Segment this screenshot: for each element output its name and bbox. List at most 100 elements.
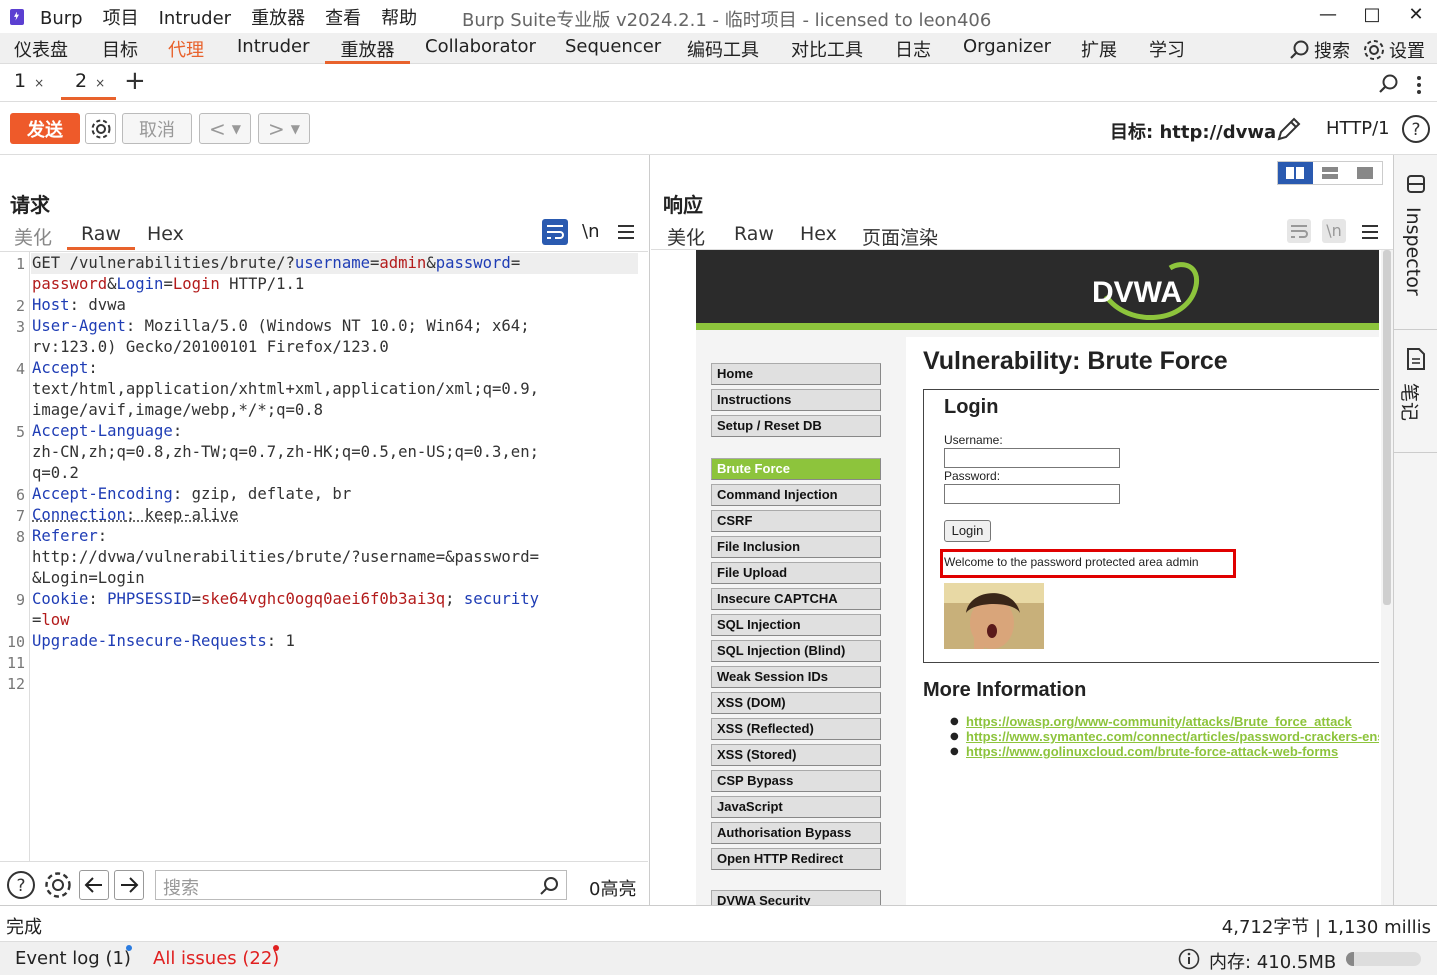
global-search[interactable]: 搜索 [1289, 37, 1350, 63]
menu-burp[interactable]: Burp [40, 8, 83, 29]
cancel-button[interactable]: 取消 [122, 113, 192, 144]
show-newlines-toggle[interactable]: \n [1322, 219, 1346, 243]
layout-tabs-button[interactable] [1347, 162, 1382, 184]
menu-project[interactable]: 项目 [103, 8, 139, 29]
word-wrap-toggle[interactable] [1287, 219, 1311, 243]
line-number: 1 [15, 255, 25, 273]
inspector-tab[interactable]: Inspector [1394, 155, 1437, 330]
dvwa-menu-sql-injection[interactable]: SQL Injection [711, 614, 881, 636]
menu-view[interactable]: 查看 [325, 8, 361, 29]
scrollbar-thumb[interactable] [1383, 250, 1391, 605]
forward-button[interactable]: > ▼ [258, 113, 310, 144]
tab-learn[interactable]: 学习 [1149, 36, 1185, 64]
dvwa-menu-csp-bypass[interactable]: CSP Bypass [711, 770, 881, 792]
close-tab-icon[interactable]: × [34, 76, 44, 90]
dvwa-menu-open-http-redirect[interactable]: Open HTTP Redirect [711, 848, 881, 870]
all-issues-link[interactable]: All issues (22) [153, 948, 279, 969]
info-link[interactable]: https://www.symantec.com/connect/article… [966, 729, 1379, 744]
tab-dashboard[interactable]: 仪表盘 [14, 36, 68, 64]
dvwa-menu-file-inclusion[interactable]: File Inclusion [711, 536, 881, 558]
login-button[interactable]: Login [944, 520, 991, 542]
send-options-button[interactable] [85, 113, 116, 144]
dvwa-menu-insecure-captcha[interactable]: Insecure CAPTCHA [711, 588, 881, 610]
tab-proxy[interactable]: 代理 [168, 36, 204, 64]
word-wrap-toggle[interactable] [542, 219, 568, 245]
close-tab-icon[interactable]: × [95, 76, 105, 90]
dvwa-menu-dvwa-security[interactable]: DVWA Security [711, 890, 881, 905]
tab-organizer[interactable]: Organizer [963, 36, 1051, 64]
username-input[interactable] [944, 448, 1120, 468]
code-line: Connection: keep-alive [32, 506, 239, 524]
menu-icon[interactable] [1361, 224, 1379, 240]
request-search-input[interactable]: 搜索 [155, 870, 567, 900]
menu-repeater[interactable]: 重放器 [251, 8, 305, 29]
dvwa-menu-file-upload[interactable]: File Upload [711, 562, 881, 584]
add-tab-icon[interactable]: + [124, 66, 146, 96]
response-stats: 4,712字节 | 1,130 millis [1221, 917, 1431, 938]
previous-match-button[interactable] [79, 870, 109, 900]
layout-stacked-button[interactable] [1313, 162, 1348, 184]
maximize-icon[interactable]: □ [1362, 4, 1382, 25]
dvwa-menu-javascript[interactable]: JavaScript [711, 796, 881, 818]
dvwa-menu-xss-dom[interactable]: XSS (DOM) [711, 692, 881, 714]
tab-extensions[interactable]: 扩展 [1081, 36, 1117, 64]
tab-logger[interactable]: 日志 [895, 36, 931, 64]
password-input[interactable] [944, 484, 1120, 504]
gear-icon[interactable] [43, 870, 73, 900]
tab-decoder[interactable]: 编码工具 [687, 36, 759, 64]
request-tab-pretty[interactable]: 美化 [14, 223, 52, 250]
dvwa-menu-instructions[interactable]: Instructions [711, 389, 881, 411]
help-icon[interactable]: ? [6, 870, 36, 900]
request-tab-raw[interactable]: Raw [67, 223, 135, 250]
dvwa-menu-setup[interactable]: Setup / Reset DB [711, 415, 881, 437]
request-editor[interactable]: 1 2 3 4 5 6 7 8 9 10 11 12 GET /vulnerab… [0, 251, 648, 862]
repeater-tab-1[interactable]: 1 × [0, 70, 55, 100]
layout-side-by-side-button[interactable] [1278, 162, 1313, 184]
dvwa-menu-xss-reflected[interactable]: XSS (Reflected) [711, 718, 881, 740]
menu-help[interactable]: 帮助 [381, 8, 417, 29]
global-settings[interactable]: 设置 [1362, 37, 1425, 63]
response-tab-hex[interactable]: Hex [800, 223, 837, 245]
dvwa-menu-sql-injection-blind[interactable]: SQL Injection (Blind) [711, 640, 881, 662]
show-newlines-toggle[interactable]: \n [582, 221, 599, 242]
dvwa-menu-xss-stored[interactable]: XSS (Stored) [711, 744, 881, 766]
send-button[interactable]: 发送 [10, 113, 80, 144]
dvwa-menu-weak-session-ids[interactable]: Weak Session IDs [711, 666, 881, 688]
dvwa-menu-command-injection[interactable]: Command Injection [711, 484, 881, 506]
dvwa-menu-csrf[interactable]: CSRF [711, 510, 881, 532]
close-icon[interactable]: ✕ [1406, 4, 1426, 25]
menu-intruder[interactable]: Intruder [159, 8, 231, 29]
tab-sequencer[interactable]: Sequencer [565, 36, 661, 64]
info-link[interactable]: https://www.golinuxcloud.com/brute-force… [966, 744, 1338, 759]
notes-tab[interactable]: 笔记 [1394, 331, 1437, 453]
issues-badge [273, 945, 279, 951]
http-version[interactable]: HTTP/1 [1326, 118, 1390, 139]
search-tabs-icon[interactable] [1378, 73, 1400, 95]
edit-target-icon[interactable] [1275, 115, 1303, 143]
chevron-down-icon: ▼ [290, 121, 300, 136]
dvwa-menu-home[interactable]: Home [711, 363, 881, 385]
tab-comparer[interactable]: 对比工具 [791, 36, 863, 64]
response-tab-raw[interactable]: Raw [734, 223, 774, 245]
dvwa-menu-brute-force[interactable]: Brute Force [711, 458, 881, 480]
tab-intruder[interactable]: Intruder [237, 36, 309, 64]
next-match-button[interactable] [114, 870, 144, 900]
tab-collaborator[interactable]: Collaborator [425, 36, 536, 64]
render-scrollbar[interactable] [1381, 250, 1393, 905]
more-vertical-icon[interactable] [1413, 74, 1425, 96]
info-link[interactable]: https://owasp.org/www-community/attacks/… [966, 714, 1352, 729]
dvwa-menu-authorisation-bypass[interactable]: Authorisation Bypass [711, 822, 881, 844]
event-log-link[interactable]: Event log (1) [15, 948, 131, 969]
response-tab-pretty[interactable]: 美化 [667, 223, 705, 250]
tab-repeater[interactable]: 重放器 [325, 36, 410, 64]
menu-icon[interactable] [617, 224, 635, 240]
code-line: Host: dvwa [32, 296, 126, 314]
minimize-icon[interactable]: — [1318, 4, 1338, 25]
code-line: Cookie: PHPSESSID=ske64vghc0ogq0aei6f0b3… [32, 590, 540, 608]
repeater-tab-2[interactable]: 2 × [61, 70, 116, 100]
arrow-right-icon [121, 877, 139, 893]
tab-target[interactable]: 目标 [102, 36, 138, 64]
help-icon[interactable]: ? [1401, 114, 1431, 144]
back-button[interactable]: < ▼ [199, 113, 251, 144]
request-tab-hex[interactable]: Hex [147, 223, 184, 245]
